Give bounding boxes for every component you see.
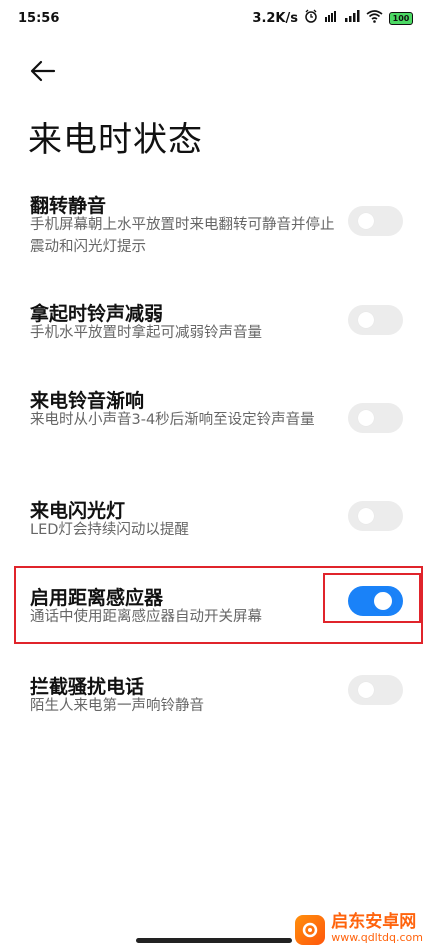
pickup-quiet-toggle[interactable]	[348, 305, 403, 335]
flash-alert-toggle[interactable]	[348, 501, 403, 531]
setting-description: 手机水平放置时拿起可减弱铃声音量	[30, 325, 262, 341]
setting-description: 来电时从小声音3-4秒后渐响至设定铃声音量	[30, 412, 315, 428]
toggle-knob	[358, 213, 374, 229]
toggle-knob	[358, 682, 374, 698]
watermark-logo-icon	[295, 915, 326, 945]
flip-mute-toggle[interactable]	[348, 206, 403, 236]
watermark: 启东安卓网 www.qdltdq.com	[295, 914, 423, 946]
setting-row-ascending-ring[interactable]: 来电铃音渐响 来电时从小声音3-4秒后渐响至设定铃声音量	[0, 380, 429, 460]
setting-row-flash-alert[interactable]: 来电闪光灯 LED灯会持续闪动以提醒	[0, 490, 429, 550]
home-indicator[interactable]	[136, 938, 292, 943]
block-spam-toggle[interactable]	[348, 675, 403, 705]
network-speed: 3.2K/s	[252, 10, 298, 26]
annotation-highlight-toggle	[323, 573, 421, 623]
setting-description: 陌生人来电第一声响铃静音	[30, 698, 204, 714]
setting-description: LED灯会持续闪动以提醒	[30, 522, 189, 538]
setting-description: 手机屏幕朝上水平放置时来电翻转可静音并停止震动和闪光灯提示	[30, 217, 335, 255]
back-button[interactable]	[28, 58, 60, 86]
status-bar: 15:56 3.2K/s 100	[0, 0, 429, 40]
status-icons: 3.2K/s 100	[252, 9, 413, 27]
toggle-knob	[358, 508, 374, 524]
watermark-url: www.qdltdq.com	[331, 931, 423, 944]
ascending-ring-toggle[interactable]	[348, 403, 403, 433]
hd-signal-icon	[324, 9, 338, 27]
toggle-knob	[358, 312, 374, 328]
wifi-icon	[366, 9, 383, 27]
setting-row-pickup-quiet[interactable]: 拿起时铃声减弱 手机水平放置时拿起可减弱铃声音量	[0, 293, 429, 353]
toggle-knob	[358, 410, 374, 426]
watermark-name: 启东安卓网	[331, 912, 417, 932]
battery-icon: 100	[389, 11, 413, 25]
cell-signal-icon	[344, 9, 360, 27]
back-arrow-icon	[28, 60, 58, 88]
clock: 15:56	[18, 11, 60, 26]
alarm-icon	[304, 9, 318, 27]
setting-row-flip-mute[interactable]: 翻转静音 手机屏幕朝上水平放置时来电翻转可静音并停止震动和闪光灯提示	[0, 185, 429, 265]
page-title: 来电时状态	[28, 120, 203, 160]
setting-row-block-spam[interactable]: 拦截骚扰电话 陌生人来电第一声响铃静音	[0, 666, 429, 726]
